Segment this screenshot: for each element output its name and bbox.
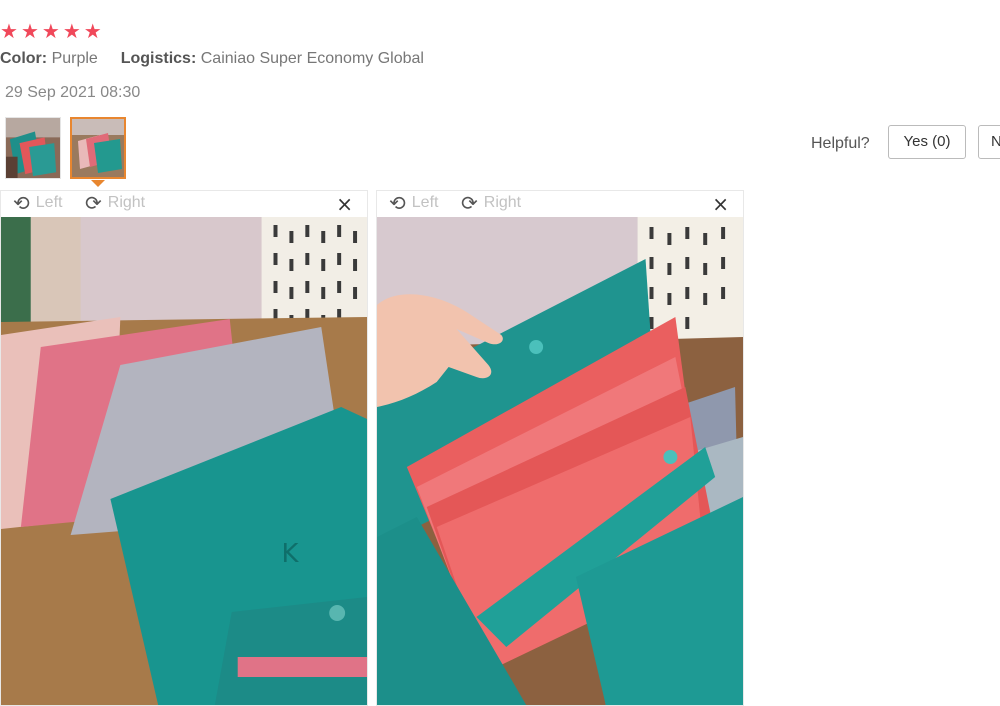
- close-icon[interactable]: ×: [336, 192, 353, 216]
- star-icon: ★: [41, 19, 60, 43]
- rotate-right-icon: ⟳: [461, 191, 478, 215]
- rotate-right-icon: ⟳: [85, 191, 102, 215]
- logistics-key: Logistics:: [120, 50, 197, 67]
- review-photo-1: K: [1, 217, 367, 705]
- image-viewer-2: ⟲ Left ⟳ Right ×: [376, 190, 744, 706]
- thumbnail-photo-1: [6, 118, 60, 178]
- helpful-yes-button[interactable]: Yes (0): [888, 125, 966, 159]
- star-icon: ★: [83, 19, 102, 43]
- rotate-right-button[interactable]: ⟳ Right: [461, 192, 521, 214]
- image-viewer-1: ⟲ Left ⟳ Right × K: [0, 190, 368, 706]
- review-date: 29 Sep 2021 08:30: [5, 84, 141, 101]
- svg-text:K: K: [281, 539, 299, 569]
- rotate-right-label: Right: [483, 194, 522, 211]
- review-thumbnail-1[interactable]: [5, 117, 61, 179]
- helpful-label: Helpful?: [811, 135, 870, 152]
- color-value: Purple: [51, 50, 98, 67]
- viewer-toolbar: ⟲ Left ⟳ Right ×: [1, 191, 367, 217]
- rotate-left-label: Left: [411, 194, 439, 211]
- rotate-left-icon: ⟲: [13, 191, 30, 215]
- rotate-left-icon: ⟲: [389, 191, 406, 215]
- rotate-right-button[interactable]: ⟳ Right: [85, 192, 145, 214]
- star-icon: ★: [20, 19, 39, 43]
- rotate-left-label: Left: [35, 194, 63, 211]
- review-thumbnail-2[interactable]: [70, 117, 126, 179]
- rotate-left-button[interactable]: ⟲ Left: [389, 192, 438, 214]
- photo-folder-open: [377, 217, 743, 705]
- logistics-value: Cainiao Super Economy Global: [200, 50, 424, 67]
- review-photo-2: [377, 217, 743, 705]
- star-icon: ★: [62, 19, 81, 43]
- active-thumbnail-indicator: [91, 180, 105, 187]
- close-icon[interactable]: ×: [712, 192, 729, 216]
- rotate-left-button[interactable]: ⟲ Left: [13, 192, 62, 214]
- rotate-right-label: Right: [107, 194, 146, 211]
- review-meta: Color: Purple Logistics: Cainiao Super E…: [0, 50, 424, 68]
- thumbnail-photo-2: [72, 119, 124, 177]
- photo-folders-fanned: K: [1, 217, 367, 705]
- viewer-toolbar: ⟲ Left ⟳ Right ×: [377, 191, 743, 217]
- color-key: Color:: [0, 50, 48, 67]
- helpful-no-button[interactable]: N: [978, 125, 1000, 159]
- star-icon: ★: [0, 19, 18, 43]
- rating-stars: ★ ★ ★ ★ ★: [0, 20, 102, 42]
